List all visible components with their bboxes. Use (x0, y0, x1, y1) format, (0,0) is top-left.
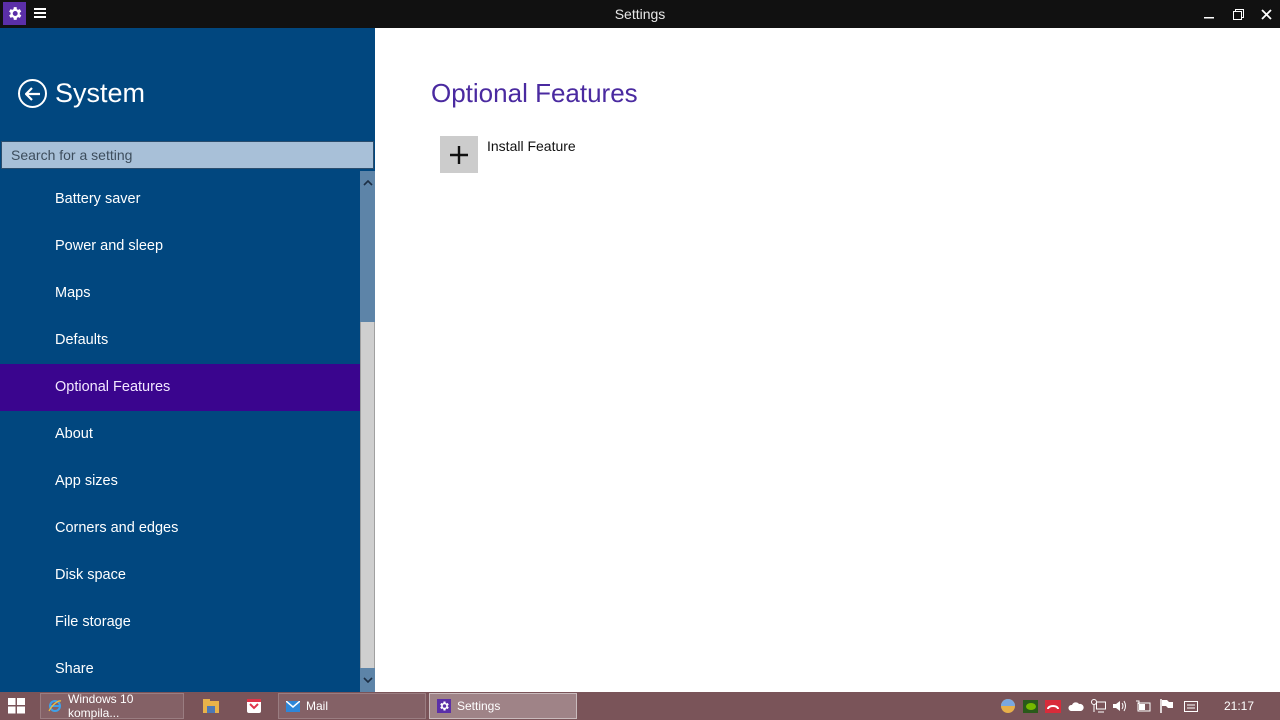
taskbar: Windows 10 kompila... Mail Settings 21:1… (0, 692, 1280, 720)
sidebar-scrollbar[interactable] (360, 171, 375, 692)
volume-icon[interactable] (1112, 698, 1128, 714)
onedrive-icon[interactable] (1068, 698, 1084, 714)
scrollbar-thumb[interactable] (361, 322, 374, 668)
page-title: Optional Features (431, 78, 638, 108)
title-bar: Settings (0, 0, 1280, 28)
taskbar-button-label: Windows 10 kompila... (68, 692, 134, 720)
sidebar-item-battery-saver[interactable]: Battery saver (0, 176, 360, 223)
close-icon[interactable] (1252, 0, 1280, 28)
windows-logo-icon[interactable] (8, 698, 25, 714)
file-explorer-icon[interactable] (202, 697, 220, 715)
sidebar: System Battery saver Power and sleep Map… (0, 28, 375, 692)
window-title: Settings (614, 6, 666, 22)
action-flag-icon[interactable] (1158, 698, 1174, 714)
restore-icon[interactable] (1224, 0, 1252, 28)
pocket-icon[interactable] (245, 697, 263, 715)
gear-icon (437, 699, 451, 713)
install-feature-button[interactable] (440, 136, 478, 173)
taskbar-button-browser[interactable]: Windows 10 kompila... (40, 692, 184, 720)
sidebar-item-about[interactable]: About (0, 411, 360, 458)
taskbar-button-label: Mail (306, 699, 329, 713)
taskbar-button-settings[interactable]: Settings (429, 693, 577, 719)
battery-icon[interactable] (1135, 698, 1151, 714)
sidebar-header: System (18, 78, 145, 109)
sidebar-item-defaults[interactable]: Defaults (0, 317, 360, 364)
chevron-up-icon[interactable] (360, 171, 375, 195)
network-device-icon[interactable] (1045, 698, 1061, 714)
chevron-down-icon[interactable] (360, 668, 375, 692)
internet-explorer-icon (48, 699, 62, 713)
sidebar-item-optional-features[interactable]: Optional Features (0, 364, 360, 411)
sidebar-item-maps[interactable]: Maps (0, 270, 360, 317)
sidebar-nav: Battery saver Power and sleep Maps Defau… (0, 176, 360, 693)
clock[interactable]: 21:17 (1224, 699, 1254, 713)
back-arrow-icon[interactable] (18, 79, 47, 108)
sidebar-title: System (55, 78, 146, 108)
notifications-icon[interactable] (1183, 698, 1199, 714)
sidebar-item-app-sizes[interactable]: App sizes (0, 458, 360, 505)
nvidia-icon[interactable] (1022, 698, 1038, 714)
chrome-icon[interactable] (1000, 698, 1016, 714)
sidebar-item-share[interactable]: Share (0, 646, 360, 693)
network-icon[interactable] (1090, 698, 1106, 714)
search-input[interactable] (1, 141, 374, 169)
mail-icon (286, 699, 300, 713)
plus-icon (450, 145, 468, 164)
minimize-icon[interactable] (1195, 0, 1223, 28)
sidebar-item-corners-and-edges[interactable]: Corners and edges (0, 505, 360, 552)
taskbar-button-mail[interactable]: Mail (278, 693, 426, 719)
sidebar-item-file-storage[interactable]: File storage (0, 599, 360, 646)
install-feature-label[interactable]: Install Feature (487, 138, 576, 154)
sidebar-item-power-and-sleep[interactable]: Power and sleep (0, 223, 360, 270)
taskbar-button-label: Settings (457, 699, 501, 713)
sidebar-item-disk-space[interactable]: Disk space (0, 552, 360, 599)
